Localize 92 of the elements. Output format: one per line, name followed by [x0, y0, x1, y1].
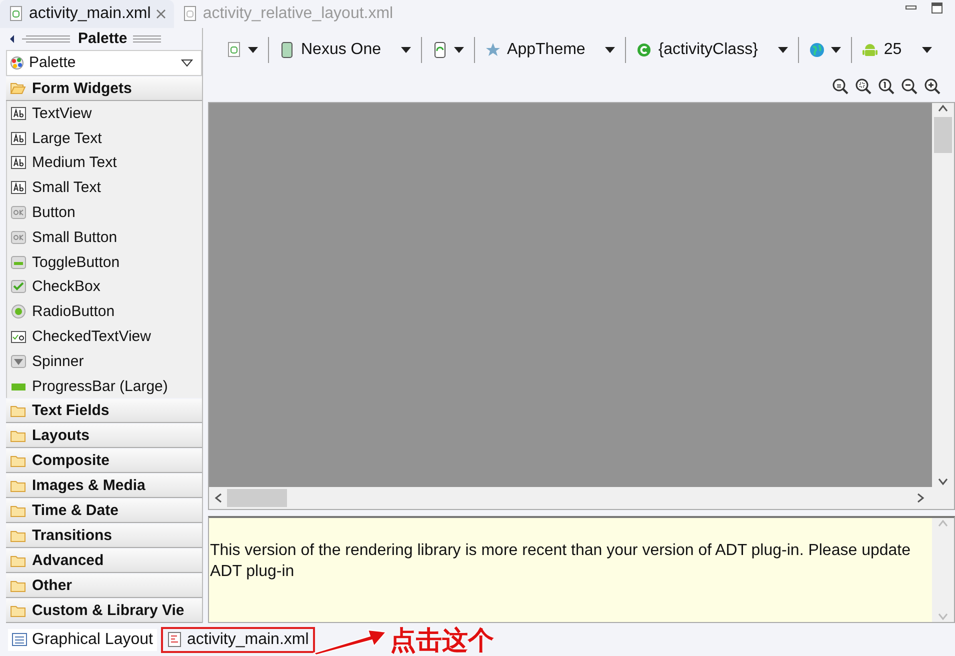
palette-category[interactable]: Advanced [6, 549, 202, 574]
palette-item[interactable]: ProgressBar (Large) [7, 374, 202, 398]
collapse-arrow-icon[interactable] [8, 34, 16, 44]
close-icon[interactable] [156, 9, 166, 19]
scrollbar-thumb[interactable] [934, 116, 952, 153]
scroll-left-icon[interactable] [213, 492, 223, 504]
text-widget-icon [11, 155, 26, 170]
palette-category[interactable]: Layouts [6, 424, 202, 448]
dropdown-caret-icon [830, 46, 841, 53]
text-widget-icon [11, 106, 26, 121]
zoom-out-icon[interactable] [901, 78, 918, 96]
grip-icon [133, 34, 164, 43]
dropdown-caret-icon [454, 46, 464, 53]
palette-category[interactable]: Custom & Library Vie [6, 599, 202, 623]
checked-text-icon [11, 328, 26, 344]
radio-widget-icon [11, 304, 26, 320]
toggle-widget-icon [11, 254, 26, 270]
scroll-down-icon[interactable] [937, 477, 949, 488]
scroll-up-icon[interactable] [937, 102, 949, 113]
folder-icon [10, 528, 26, 543]
dropdown-caret-icon [778, 46, 788, 53]
palette-category[interactable]: Transitions [6, 524, 202, 548]
xml-file-icon [8, 6, 24, 22]
folder-icon [10, 454, 26, 468]
phone-icon [279, 42, 295, 58]
toolbar-dropdown[interactable]: {activityClass} [626, 36, 799, 63]
palette-category[interactable]: Form Widgets [6, 76, 202, 101]
palette-category[interactable]: Composite [6, 449, 202, 474]
toolbar-dropdown[interactable]: 25 [852, 36, 942, 63]
palette-item[interactable]: Small Button [7, 224, 202, 250]
star-icon [485, 42, 502, 58]
error-message: This version of the rendering library is more recent than your version of ADT plug-in. Please update ADT plug-in [209, 541, 912, 582]
dropdown-caret-icon [922, 46, 932, 53]
palette-icon [10, 56, 24, 70]
folder-icon [10, 478, 26, 493]
dropdown-caret-icon [401, 46, 412, 53]
editor-mode-tab[interactable]: activity_main.xml [160, 626, 315, 652]
spinner-widget-icon [11, 354, 26, 369]
annotation-text: 点击这个 [390, 624, 494, 656]
dropdown-caret-icon [181, 58, 193, 67]
toolbar-dropdown[interactable]: Nexus One [269, 36, 422, 63]
palette-item[interactable]: CheckBox [7, 274, 202, 300]
rotate-screen-icon [432, 42, 448, 58]
toolbar-dropdown[interactable]: AppTheme [475, 36, 626, 63]
palette-item[interactable]: Medium Text [7, 150, 202, 176]
dropdown-caret-icon [248, 46, 258, 53]
grip-icon [22, 34, 72, 43]
scroll-right-icon[interactable] [916, 492, 926, 504]
palette-item[interactable]: Small Text [7, 175, 202, 200]
folder-icon [10, 554, 26, 568]
palette-item[interactable]: TextView [7, 100, 202, 126]
xml-file-icon [182, 6, 198, 22]
text-widget-icon [11, 130, 26, 146]
text-widget-icon [11, 180, 26, 196]
open-folder-icon [10, 81, 26, 96]
activity-c-icon [636, 42, 652, 58]
xml-file-icon [226, 42, 242, 58]
zoom-actual-icon[interactable] [878, 78, 895, 96]
palette-category[interactable]: Other [6, 574, 202, 598]
globe-icon [808, 42, 825, 58]
palette-item[interactable]: Spinner [7, 348, 202, 374]
palette-item[interactable]: CheckedTextView [7, 324, 202, 349]
button-widget-icon [11, 204, 26, 220]
zoom-screen-icon[interactable] [855, 78, 872, 96]
vertical-scrollbar[interactable] [932, 102, 954, 488]
maximize-icon[interactable] [931, 2, 943, 14]
folder-icon [10, 404, 26, 418]
zoom-fit-icon[interactable] [832, 78, 849, 96]
zoom-in-icon[interactable] [924, 78, 941, 96]
xml-file-icon [166, 632, 182, 647]
palette-category[interactable]: Images & Media [6, 474, 202, 498]
editor-tab[interactable]: activity_main.xml [0, 0, 174, 28]
folder-icon [10, 504, 26, 518]
palette-title: Palette [78, 30, 128, 48]
palette-item[interactable]: Large Text [7, 126, 202, 150]
palette-category[interactable]: Time & Date [6, 499, 202, 524]
android-icon [862, 42, 878, 58]
folder-icon [10, 578, 26, 593]
editor-mode-tab[interactable]: Graphical Layout [8, 628, 157, 650]
palette-dropdown[interactable]: Palette [6, 50, 202, 76]
palette-item[interactable]: ToggleButton [7, 250, 202, 274]
folder-icon [10, 428, 26, 443]
folder-icon [10, 604, 26, 618]
palette-item[interactable]: RadioButton [7, 299, 202, 324]
palette-item[interactable]: Button [7, 200, 202, 225]
layout-icon [12, 632, 27, 647]
horizontal-scrollbar[interactable] [209, 487, 954, 510]
dropdown-caret-icon [605, 46, 616, 53]
button-widget-icon [11, 230, 26, 245]
checkbox-widget-icon [11, 279, 26, 294]
scrollbar-thumb[interactable] [227, 489, 287, 508]
palette-category[interactable]: Text Fields [6, 399, 202, 424]
